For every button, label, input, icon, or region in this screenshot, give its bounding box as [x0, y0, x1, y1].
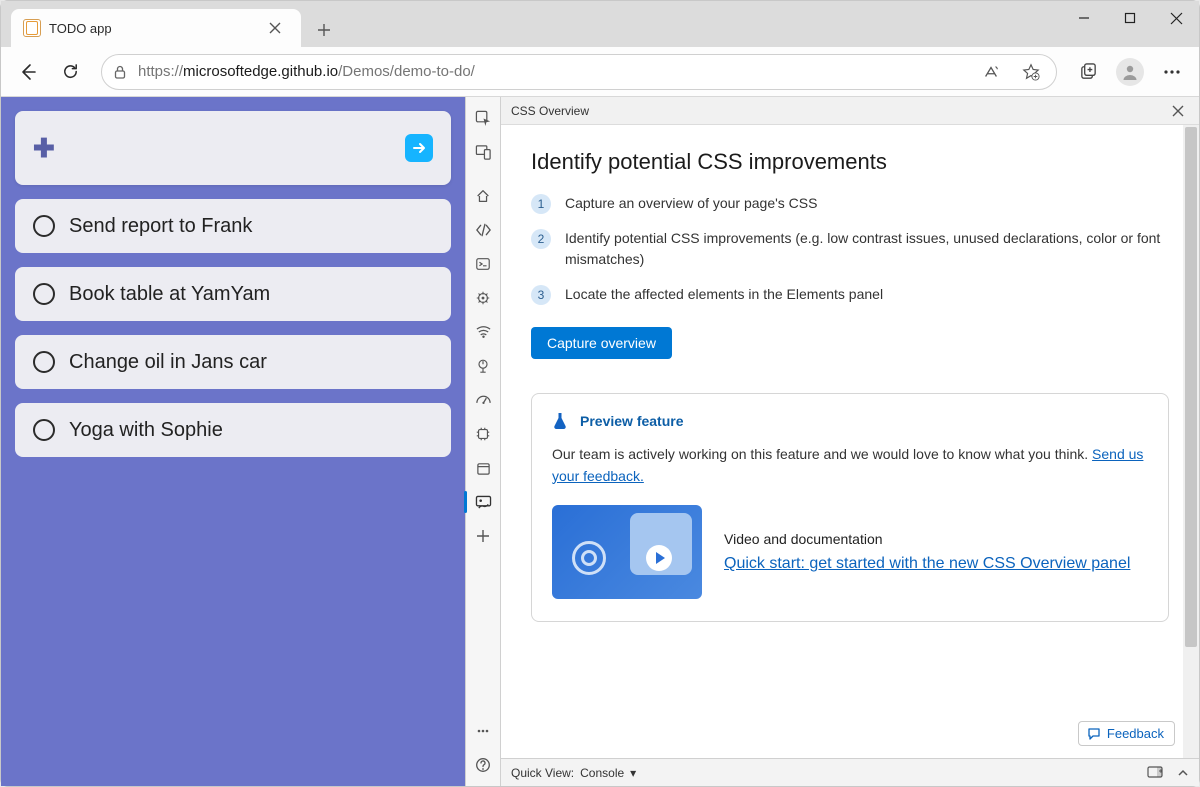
- todo-app-page: ✚ Send report to Frank Book table at Yam…: [1, 97, 465, 786]
- more-options-icon[interactable]: [468, 716, 498, 746]
- step-number: 1: [531, 194, 551, 214]
- step-item: 1 Capture an overview of your page's CSS: [531, 193, 1169, 214]
- target-icon: [572, 541, 606, 575]
- feedback-button[interactable]: Feedback: [1078, 721, 1175, 746]
- application-icon[interactable]: [468, 419, 498, 449]
- chat-icon: [1087, 727, 1101, 741]
- capture-overview-button[interactable]: Capture overview: [531, 327, 672, 359]
- steps-list: 1Capture an overview of your page's CSS …: [531, 193, 1169, 305]
- refresh-button[interactable]: [51, 53, 89, 91]
- calendar-icon[interactable]: [468, 453, 498, 483]
- todo-item[interactable]: Change oil in Jans car: [15, 335, 451, 389]
- devtools-activity-bar: [465, 97, 501, 786]
- window-controls: [1061, 1, 1199, 47]
- radio-icon[interactable]: [33, 419, 55, 441]
- profile-button[interactable]: [1111, 53, 1149, 91]
- dock-icon[interactable]: [1147, 766, 1163, 779]
- close-panel-button[interactable]: [1167, 100, 1189, 122]
- lock-icon: [112, 64, 128, 80]
- step-number: 3: [531, 285, 551, 305]
- quick-view-bar: Quick View: Console ▾: [501, 758, 1199, 786]
- radio-icon[interactable]: [33, 215, 55, 237]
- chevron-down-icon[interactable]: ▾: [630, 766, 636, 780]
- add-task-card[interactable]: ✚: [15, 111, 451, 185]
- address-bar[interactable]: https://microsoftedge.github.io/Demos/de…: [101, 54, 1057, 90]
- console-icon[interactable]: [468, 249, 498, 279]
- todo-item[interactable]: Yoga with Sophie: [15, 403, 451, 457]
- read-aloud-icon[interactable]: [976, 57, 1006, 87]
- favorite-icon[interactable]: [1016, 57, 1046, 87]
- browser-toolbar: https://microsoftedge.github.io/Demos/de…: [1, 47, 1199, 97]
- url-text: https://microsoftedge.github.io/Demos/de…: [138, 63, 966, 80]
- quick-view-value[interactable]: Console: [580, 766, 624, 780]
- media-row: Video and documentation Quick start: get…: [552, 505, 1148, 599]
- flask-icon: [552, 412, 568, 430]
- todo-item-label: Change oil in Jans car: [69, 351, 267, 374]
- panel-title: CSS Overview: [511, 104, 589, 118]
- chevron-up-icon[interactable]: [1177, 768, 1189, 778]
- doc-heading: Video and documentation: [724, 531, 1130, 547]
- quick-view-label: Quick View:: [511, 766, 574, 780]
- memory-icon[interactable]: [468, 385, 498, 415]
- close-tab-button[interactable]: [263, 16, 287, 40]
- step-text: Capture an overview of your page's CSS: [565, 193, 817, 214]
- preview-text: Our team is actively working on this fea…: [552, 444, 1148, 487]
- browser-tab[interactable]: TODO app: [11, 9, 301, 47]
- inspect-icon[interactable]: [468, 103, 498, 133]
- radio-icon[interactable]: [33, 351, 55, 373]
- doc-column: Video and documentation Quick start: get…: [724, 531, 1130, 573]
- step-number: 2: [531, 229, 551, 249]
- tab-title: TODO app: [49, 21, 255, 36]
- todo-item-label: Yoga with Sophie: [69, 419, 223, 442]
- performance-icon[interactable]: [468, 351, 498, 381]
- feedback-button-label: Feedback: [1107, 726, 1164, 741]
- collections-icon[interactable]: [1069, 53, 1107, 91]
- titlebar: TODO app: [1, 1, 1199, 47]
- panel-header: CSS Overview: [501, 97, 1199, 125]
- more-menu-button[interactable]: [1153, 53, 1191, 91]
- clipboard-icon: [23, 19, 41, 37]
- content-area: ✚ Send report to Frank Book table at Yam…: [1, 97, 1199, 786]
- new-tab-button[interactable]: [307, 13, 341, 47]
- submit-task-button[interactable]: [405, 134, 433, 162]
- more-tools-icon[interactable]: [468, 521, 498, 551]
- sources-icon[interactable]: [468, 283, 498, 313]
- quick-start-link[interactable]: Quick start: get started with the new CS…: [724, 555, 1130, 573]
- network-icon[interactable]: [468, 317, 498, 347]
- device-emulation-icon[interactable]: [468, 137, 498, 167]
- todo-item[interactable]: Send report to Frank: [15, 199, 451, 253]
- back-button[interactable]: [9, 53, 47, 91]
- todo-item-label: Send report to Frank: [69, 215, 252, 238]
- panel-heading: Identify potential CSS improvements: [531, 149, 1169, 175]
- close-window-button[interactable]: [1153, 1, 1199, 35]
- step-item: 2 Identify potential CSS improvements (e.…: [531, 228, 1169, 270]
- step-text: Locate the affected elements in the Elem…: [565, 284, 883, 305]
- help-icon[interactable]: [468, 750, 498, 780]
- panel-body: Identify potential CSS improvements 1 Cap…: [501, 125, 1199, 758]
- browser-window: TODO app https://microsoftedge.github: [0, 0, 1200, 787]
- elements-icon[interactable]: [468, 215, 498, 245]
- preview-body-text: Our team is actively working on this fea…: [552, 446, 1092, 462]
- preview-feature-card: Preview feature Our team is actively wor…: [531, 393, 1169, 622]
- css-overview-icon[interactable]: [468, 487, 498, 517]
- css-overview-panel: CSS Overview Identify potential CSS impr…: [501, 97, 1199, 786]
- plus-icon: ✚: [33, 133, 55, 164]
- scrollbar-thumb[interactable]: [1185, 127, 1197, 647]
- step-item: 3 Locate the affected elements in the Ele…: [531, 284, 1169, 305]
- avatar-icon: [1116, 58, 1144, 86]
- maximize-button[interactable]: [1107, 1, 1153, 35]
- radio-icon[interactable]: [33, 283, 55, 305]
- preview-title-row: Preview feature: [552, 412, 1148, 430]
- step-text: Identify potential CSS improvements (e.g…: [565, 228, 1169, 270]
- preview-title: Preview feature: [580, 413, 684, 429]
- minimize-button[interactable]: [1061, 1, 1107, 35]
- todo-item-label: Book table at YamYam: [69, 283, 270, 306]
- video-thumbnail[interactable]: [552, 505, 702, 599]
- todo-item[interactable]: Book table at YamYam: [15, 267, 451, 321]
- welcome-icon[interactable]: [468, 181, 498, 211]
